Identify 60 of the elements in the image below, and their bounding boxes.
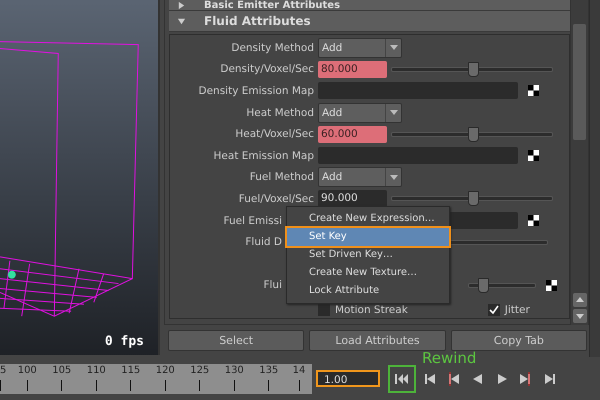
value-field[interactable]: 80.000 — [318, 60, 387, 78]
method-dropdown[interactable]: Add — [318, 102, 402, 123]
attribute-label: Fuel Emissi — [224, 214, 282, 227]
checkbox[interactable]: Jitter — [488, 304, 530, 316]
caret-icon — [390, 45, 398, 50]
slider-handle[interactable] — [468, 126, 479, 142]
attribute-label: Heat Method — [246, 106, 314, 119]
editor-button[interactable]: Load Attributes — [309, 330, 446, 351]
method-dropdown[interactable]: Add — [318, 38, 402, 58]
current-frame-field[interactable]: 1.00 — [316, 370, 380, 387]
attribute-label: Density/Voxel/Sec — [220, 63, 314, 76]
frame-number: 110 — [86, 364, 106, 376]
attribute-label: Flui — [263, 279, 282, 292]
frame-number: 125 — [190, 364, 210, 376]
menu-item[interactable]: Create New Expression… — [287, 210, 449, 228]
fps-readout: 0 fps — [104, 334, 144, 349]
frame-number: 120 — [156, 364, 175, 376]
rewind-button[interactable] — [388, 364, 416, 392]
map-field[interactable] — [318, 147, 518, 164]
editor-button[interactable]: Copy Tab — [450, 330, 587, 351]
section-header[interactable]: Basic Emitter Attributes — [169, 0, 570, 11]
texture-map-icon[interactable] — [546, 280, 557, 291]
slider-handle[interactable] — [478, 278, 490, 293]
caret-icon — [390, 174, 398, 180]
scroll-up-icon[interactable] — [573, 293, 587, 307]
scroll-down-icon[interactable] — [573, 309, 587, 323]
texture-map-icon[interactable] — [528, 215, 539, 226]
slider-handle[interactable] — [468, 191, 479, 206]
frame-number: 100 — [18, 364, 37, 376]
attribute-label: Heat/Voxel/Sec — [235, 128, 314, 140]
attribute-label: Heat Emission Map — [214, 150, 314, 162]
texture-map-icon[interactable] — [528, 85, 539, 96]
checkbox[interactable]: Motion Streak — [318, 304, 408, 316]
menu-item[interactable]: Lock Attribute — [287, 282, 449, 300]
frame-number: 135 — [259, 364, 278, 376]
attribute-label: Fuel Method — [250, 171, 314, 184]
frame-number: 14 — [292, 364, 306, 376]
frame-number: 130 — [224, 364, 244, 376]
attribute-label: Fuel/Voxel/Sec — [238, 192, 314, 205]
slider-handle[interactable] — [468, 62, 479, 77]
scrollbar[interactable] — [571, 0, 589, 325]
attribute-label: Density Method — [231, 42, 314, 54]
frame-number: 105 — [52, 364, 72, 376]
caret-icon — [390, 110, 398, 116]
tooltip-label: Rewind — [422, 350, 476, 366]
texture-map-icon[interactable] — [528, 150, 539, 162]
frame-number: 115 — [121, 364, 140, 376]
menu-item[interactable]: Create New Texture… — [287, 264, 449, 282]
editor-button[interactable]: Select — [168, 330, 304, 351]
attribute-label: Density Emission Map — [198, 84, 314, 97]
frame-number: 5 — [0, 364, 6, 376]
checkmark-icon — [488, 304, 499, 315]
attribute-label: Fluid D — [245, 236, 282, 248]
section-header[interactable]: Fluid Attributes — [169, 11, 570, 32]
value-field[interactable]: 90.000 — [318, 190, 387, 208]
menu-item[interactable]: Set Key — [287, 228, 449, 246]
method-dropdown[interactable]: Add — [318, 167, 402, 188]
menu-item[interactable]: Set Driven Key… — [287, 246, 449, 264]
value-field[interactable]: 60.000 — [318, 126, 387, 143]
map-field[interactable] — [318, 82, 518, 100]
